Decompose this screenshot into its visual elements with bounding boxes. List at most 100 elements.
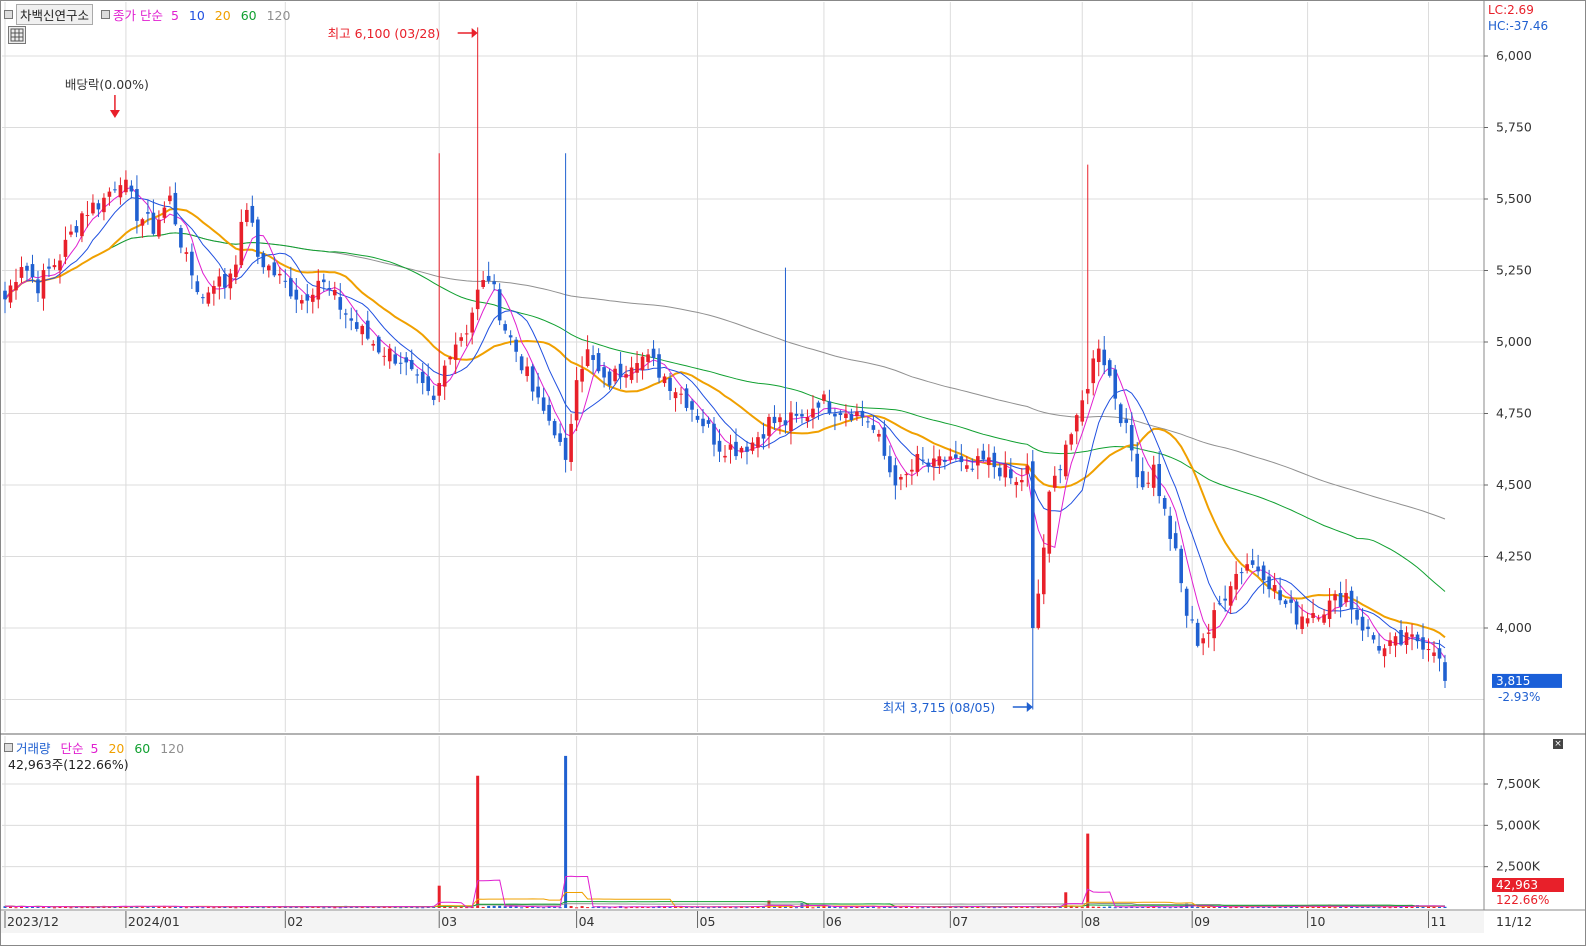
candle-body: [1184, 588, 1189, 616]
volume-bar: [289, 907, 293, 909]
price-tick-label: 4,000: [1496, 620, 1532, 635]
candle-body: [1118, 404, 1123, 424]
candle-body: [849, 413, 854, 421]
price-ma-label[interactable]: 종가 단순: [113, 8, 163, 23]
candle-body: [409, 360, 414, 370]
candle-body: [640, 356, 645, 371]
candle-body: [1168, 515, 1172, 539]
date-tick-label: 04: [579, 914, 595, 929]
candle-body: [25, 265, 29, 271]
indicator-toggle-icon[interactable]: [101, 10, 110, 19]
candle-body: [959, 456, 964, 463]
candle-body: [1096, 348, 1101, 363]
date-tick-label: 03: [441, 914, 457, 929]
candle-body: [239, 221, 244, 266]
candle-body: [558, 433, 562, 442]
candle-body: [1085, 388, 1090, 394]
candle-body: [1311, 613, 1315, 618]
price-y-axis: 6,000 5,750 5,500 5,250 5,000 4,750 4,500 4,250…: [1484, 48, 1562, 704]
candle-body: [1366, 626, 1370, 630]
volume-bar: [415, 907, 419, 909]
candle-body: [613, 368, 617, 382]
candle-body: [833, 413, 837, 417]
candle-body: [179, 228, 183, 248]
candle-body: [739, 447, 744, 453]
candle-body: [1278, 590, 1282, 601]
low-annotation: 최저 3,715 (08/05): [883, 700, 996, 715]
volume-bar: [69, 907, 73, 909]
candle-body: [74, 226, 79, 233]
candle-body: [536, 386, 540, 398]
candle-body: [1437, 648, 1442, 659]
candle-body: [261, 253, 266, 268]
candle-body: [1019, 480, 1024, 483]
candle-body: [904, 474, 909, 476]
candle-body: [283, 280, 288, 282]
candle-body: [1338, 592, 1343, 607]
candle-body: [464, 333, 469, 335]
candle-body: [915, 453, 920, 472]
candle-body: [151, 212, 156, 234]
candle-body: [475, 289, 480, 310]
candle-body: [838, 412, 843, 416]
volume-tick-label: 5,000K: [1496, 817, 1541, 832]
close-panel-icon[interactable]: ×: [1553, 739, 1563, 749]
candle-body: [1025, 465, 1030, 474]
volume-bar: [1108, 906, 1112, 908]
candle-body: [217, 276, 222, 287]
table-grid-icon[interactable]: [8, 26, 26, 44]
candle-body: [805, 417, 810, 422]
candle-body: [937, 456, 942, 466]
candle-body: [113, 189, 117, 191]
collapse-toggle-icon[interactable]: [4, 10, 13, 19]
candle-body: [58, 260, 62, 271]
volume-bar: [261, 907, 265, 909]
volume-bar: [184, 907, 188, 909]
volume-bar: [1157, 907, 1161, 909]
volume-toggle-icon[interactable]: [4, 743, 13, 752]
date-tick-label: 11: [1431, 914, 1447, 929]
volume-bar: [52, 907, 56, 909]
annotations: 배당락(0.00%) 최고 6,100 (03/28) 최저 3,715 (08/0…: [65, 26, 1033, 715]
candle-body: [651, 348, 656, 359]
candle-body: [1129, 425, 1134, 451]
candle-body: [1113, 369, 1118, 399]
candle-body: [1239, 572, 1244, 574]
candle-body: [1047, 491, 1052, 554]
candle-body: [695, 415, 700, 420]
volume-ma20-line: [4, 891, 1445, 908]
candle-body: [1360, 616, 1365, 631]
stock-name-button[interactable]: 차백신연구소: [16, 4, 94, 25]
volume-bar: [179, 906, 183, 908]
candle-body: [294, 289, 299, 300]
candle-body: [525, 366, 529, 377]
candle-body: [668, 377, 672, 392]
volume-bar: [421, 907, 425, 909]
candle-body: [816, 402, 821, 408]
price-grid: [2, 2, 1484, 732]
candle-body: [745, 446, 749, 452]
candle-body: [1327, 600, 1332, 619]
candle-body: [3, 290, 7, 300]
candle-body: [1030, 461, 1035, 629]
candle-body: [519, 356, 524, 371]
volume-bar: [201, 907, 205, 909]
candle-body: [893, 465, 898, 486]
volume-bar: [569, 906, 573, 908]
volume-bar: [1388, 907, 1392, 909]
candle-body: [618, 363, 623, 378]
volume-bar: [1190, 906, 1194, 908]
date-x-axis: 2023/12 2024/01 02 03 04 05 06 07 08 09 10 11 11/12: [1, 911, 1532, 933]
volume-bar: [459, 907, 463, 909]
volume-bar: [437, 885, 441, 908]
candle-body: [981, 450, 986, 460]
volume-grid: [2, 736, 1484, 908]
volume-bar: [734, 907, 738, 909]
candle-body: [1041, 547, 1046, 595]
volume-bar: [558, 907, 562, 909]
candle-body: [1443, 662, 1447, 681]
volume-tick-label: 2,500K: [1496, 859, 1541, 874]
current-volume-label: 42,963: [1496, 878, 1538, 892]
candle-body: [800, 414, 804, 417]
candle-body: [321, 279, 326, 283]
